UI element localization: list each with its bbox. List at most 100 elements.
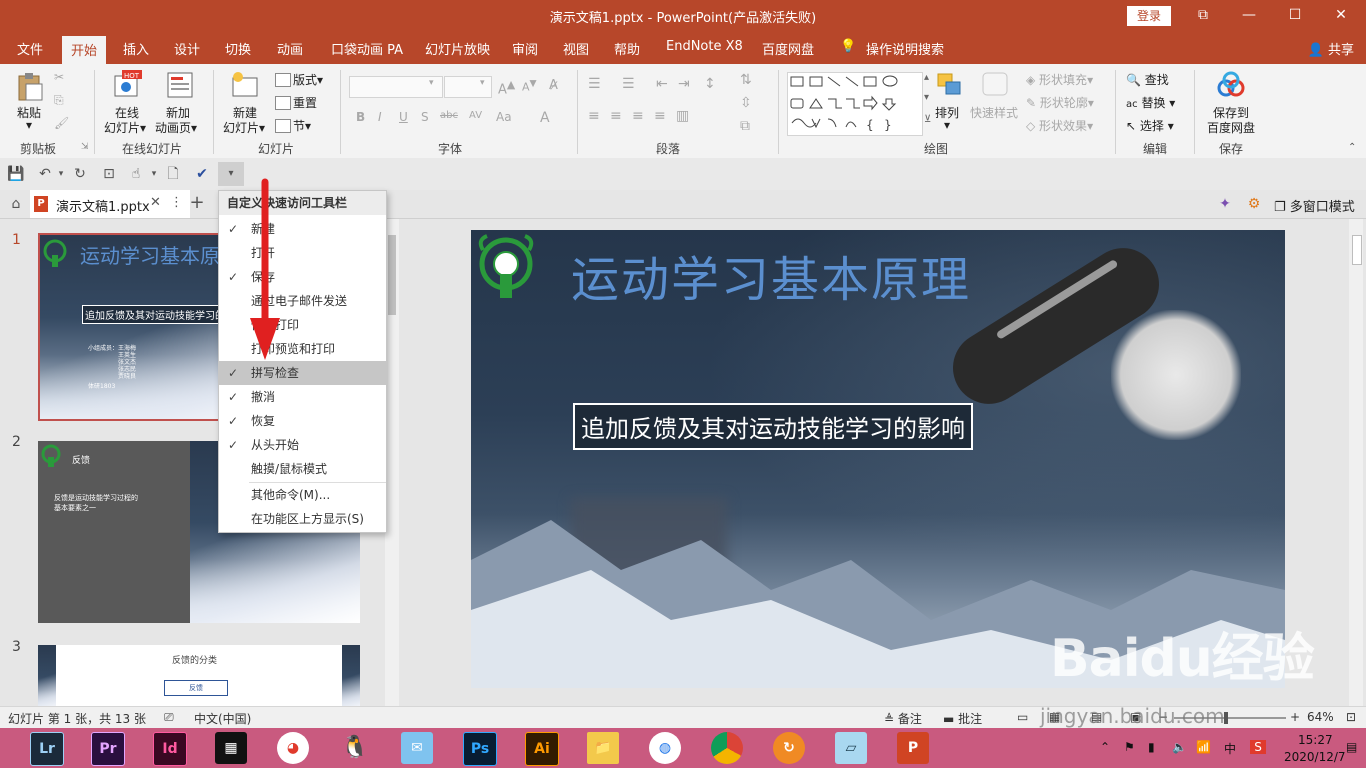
- more-icon[interactable]: ⋮: [170, 195, 183, 210]
- undo-dropdown-icon[interactable]: ▾: [52, 165, 70, 183]
- volume-icon[interactable]: 🔈: [1172, 740, 1187, 754]
- font-name-dropdown-icon[interactable]: ▾: [429, 78, 434, 88]
- share-button[interactable]: 👤 共享: [1308, 39, 1354, 58]
- touch-dropdown-icon[interactable]: ▾: [145, 165, 163, 183]
- thumbnails-scrollbar[interactable]: [385, 219, 399, 706]
- tab-endnote[interactable]: EndNote X8: [666, 39, 743, 54]
- underline-button[interactable]: U: [399, 110, 408, 124]
- settings-gear-icon[interactable]: ⚙: [1245, 195, 1263, 213]
- close-tab-icon[interactable]: ✕: [150, 195, 161, 210]
- start-from-beginning-icon[interactable]: ⊡: [100, 165, 118, 183]
- customize-qat-button[interactable]: ▾: [218, 162, 244, 186]
- align-right-icon[interactable]: ≡: [632, 108, 644, 124]
- italic-button[interactable]: I: [378, 110, 382, 124]
- tab-slideshow[interactable]: 幻灯片放映: [425, 39, 490, 58]
- find-button[interactable]: 🔍 查找: [1126, 71, 1169, 88]
- line-spacing-icon[interactable]: ↕: [704, 76, 716, 92]
- online-slides-icon[interactable]: HOT: [112, 70, 142, 100]
- decrease-indent-icon[interactable]: ⇤: [656, 76, 668, 92]
- multi-window-button[interactable]: ❐ 多窗口模式: [1274, 196, 1355, 215]
- tab-home[interactable]: 开始: [62, 36, 107, 65]
- menu-item-from-beginning[interactable]: ✓ 从头开始: [219, 433, 386, 457]
- menu-item-more-commands[interactable]: 其他命令(M)...: [219, 483, 386, 507]
- format-painter-icon[interactable]: 🖌: [54, 116, 69, 130]
- spelling-icon[interactable]: ✔: [193, 165, 211, 183]
- baidu-netdisk-label[interactable]: 百度网盘: [1207, 119, 1255, 136]
- tray-expand-icon[interactable]: ⌃: [1100, 740, 1110, 754]
- bold-button[interactable]: B: [356, 110, 365, 124]
- normal-view-icon[interactable]: ▭: [1017, 710, 1028, 724]
- shrink-font-icon[interactable]: A▼: [522, 78, 537, 94]
- touch-mode-icon[interactable]: ☝: [127, 165, 145, 183]
- photoshop-icon[interactable]: Ps: [463, 732, 497, 766]
- save-icon[interactable]: 💾: [7, 165, 25, 183]
- powerpoint-taskbar-icon[interactable]: P: [897, 732, 929, 764]
- menu-item-spelling[interactable]: ✓ 拼写检查: [219, 361, 386, 385]
- cut-icon[interactable]: ✂: [54, 70, 64, 84]
- tab-file[interactable]: 文件: [17, 39, 43, 58]
- browser-icon[interactable]: ◍: [649, 732, 681, 764]
- sogou-icon[interactable]: S: [1250, 740, 1266, 754]
- anim-page-label[interactable]: 动画页▾: [155, 119, 197, 136]
- tray-flag-icon[interactable]: ⚑: [1124, 740, 1135, 754]
- reset-button[interactable]: 重置: [293, 94, 317, 111]
- slide-subtitle[interactable]: 追加反馈及其对运动技能学习的影响: [573, 403, 973, 450]
- paste-dropdown-icon[interactable]: ▾: [26, 118, 32, 132]
- premiere-icon[interactable]: Pr: [91, 732, 125, 766]
- language-status[interactable]: 中文(中国): [194, 710, 251, 727]
- shapes-gallery[interactable]: {}: [787, 72, 923, 136]
- video-editor-icon[interactable]: ▦: [215, 732, 247, 764]
- shadow-button[interactable]: S: [421, 110, 429, 124]
- tell-me-search[interactable]: 操作说明搜索: [866, 39, 944, 58]
- slide-scrollbar[interactable]: [1349, 219, 1363, 706]
- update-app-icon[interactable]: ↻: [773, 732, 805, 764]
- collapse-ribbon-icon[interactable]: ⌃: [1348, 142, 1356, 153]
- shape-fill-button[interactable]: ◈ 形状填充▾: [1026, 71, 1093, 88]
- zoom-level[interactable]: 64%: [1307, 710, 1334, 724]
- qq-icon[interactable]: 🐧: [339, 732, 371, 764]
- file-explorer-icon[interactable]: 📁: [587, 732, 619, 764]
- menu-item-redo[interactable]: ✓ 恢复: [219, 409, 386, 433]
- maximize-button[interactable]: ☐: [1272, 0, 1318, 32]
- redo-icon[interactable]: ↻: [71, 165, 89, 183]
- arrange-icon[interactable]: [934, 70, 964, 100]
- tab-help[interactable]: 帮助: [614, 39, 640, 58]
- notes-button[interactable]: ≜ 备注: [884, 710, 922, 727]
- replace-button[interactable]: ac 替换 ▾: [1126, 94, 1175, 111]
- tab-animations[interactable]: 动画: [277, 39, 303, 58]
- new-slide-icon[interactable]: [230, 70, 260, 100]
- numbering-icon[interactable]: ☰: [622, 76, 635, 92]
- arrange-dropdown-icon[interactable]: ▾: [944, 118, 950, 132]
- grow-font-icon[interactable]: A▲: [498, 78, 515, 97]
- menu-item-email[interactable]: 通过电子邮件发送: [219, 289, 386, 313]
- tab-review[interactable]: 审阅: [512, 39, 538, 58]
- shape-effects-button[interactable]: ◇ 形状效果▾: [1026, 117, 1093, 134]
- clipboard-launcher-icon[interactable]: ⇲: [81, 142, 89, 152]
- tab-transitions[interactable]: 切换: [225, 39, 251, 58]
- zoom-in-icon[interactable]: +: [1290, 710, 1300, 724]
- new-tab-icon[interactable]: +: [188, 194, 206, 212]
- align-left-icon[interactable]: ≡: [588, 108, 600, 124]
- gallery-more-icon[interactable]: ⊻: [924, 114, 931, 125]
- gallery-up-icon[interactable]: ▴: [924, 72, 929, 83]
- gallery-down-icon[interactable]: ▾: [924, 92, 929, 103]
- new-animation-page-icon[interactable]: [165, 70, 195, 100]
- chrome-icon[interactable]: [711, 732, 743, 764]
- align-text-icon[interactable]: ⇳: [740, 95, 752, 111]
- fit-slide-icon[interactable]: ⊡: [1346, 710, 1356, 724]
- minimize-button[interactable]: —: [1226, 0, 1272, 32]
- login-button[interactable]: 登录: [1127, 6, 1171, 26]
- clock-date[interactable]: 2020/12/7: [1284, 750, 1346, 764]
- illustrator-icon[interactable]: Ai: [525, 732, 559, 766]
- shape-outline-button[interactable]: ✎ 形状轮廓▾: [1026, 94, 1094, 111]
- battery-icon[interactable]: ▮: [1148, 740, 1155, 754]
- layout-button[interactable]: 版式▾: [293, 71, 323, 88]
- columns-icon[interactable]: ▥: [676, 108, 689, 124]
- chat-app-icon[interactable]: ✉: [401, 732, 433, 764]
- bullets-icon[interactable]: ☰: [588, 76, 601, 92]
- notes-app-icon[interactable]: ▱: [835, 732, 867, 764]
- tab-design[interactable]: 设计: [174, 39, 200, 58]
- indesign-icon[interactable]: Id: [153, 732, 187, 766]
- scrollbar-thumb[interactable]: [1352, 235, 1362, 265]
- menu-item-open[interactable]: 打开: [219, 241, 386, 265]
